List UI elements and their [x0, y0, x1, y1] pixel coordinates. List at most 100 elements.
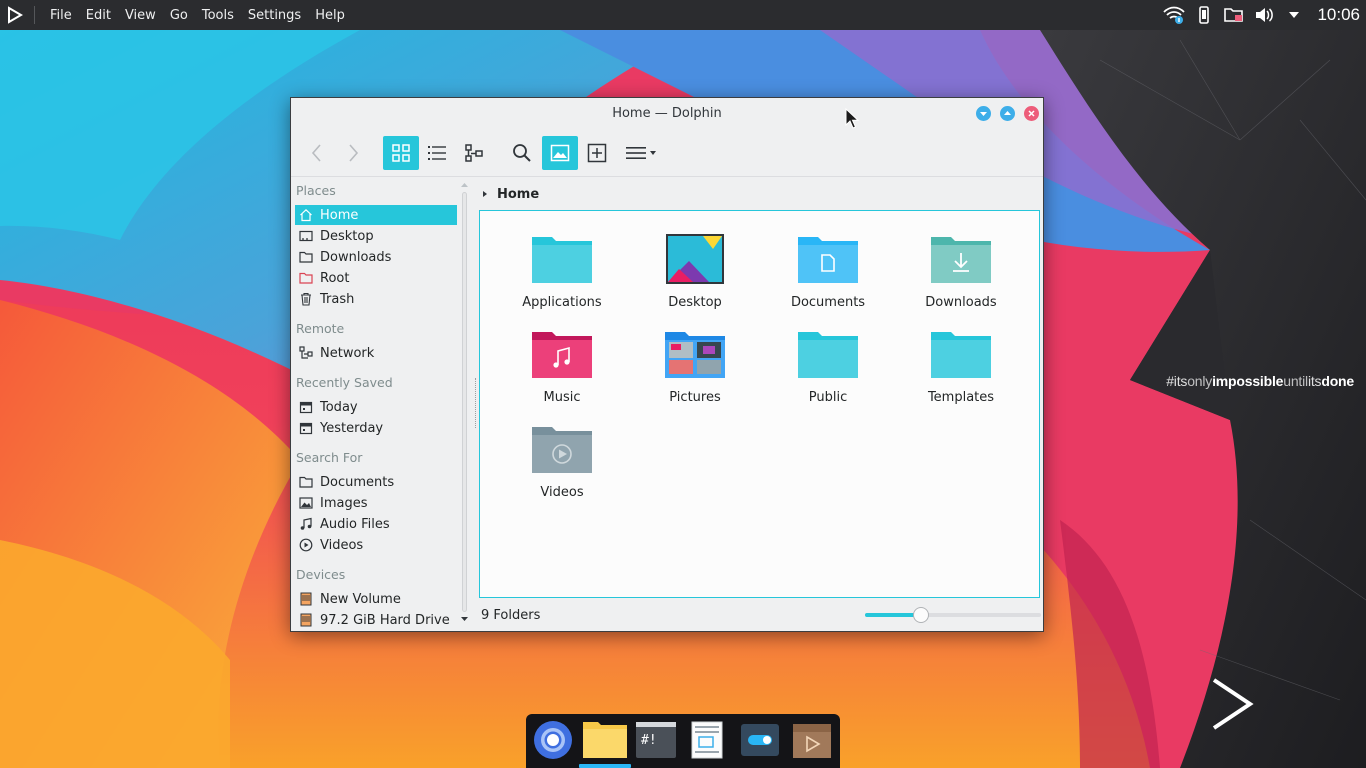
sidebar-item-downloads[interactable]: Downloads [295, 247, 457, 267]
close-button[interactable] [1024, 106, 1039, 121]
sidebar-item-home[interactable]: Home [295, 205, 457, 225]
sidebar-item-root[interactable]: Root [295, 268, 457, 288]
preview-icon [550, 144, 570, 162]
sidebar-item-search-documents[interactable]: Documents [295, 472, 457, 492]
folder-music[interactable]: Music [502, 326, 622, 416]
application-launcher-icon[interactable] [0, 0, 30, 30]
hamburger-menu-button[interactable] [619, 136, 663, 170]
media-player-icon[interactable] [792, 720, 832, 760]
menu-settings[interactable]: Settings [241, 8, 308, 23]
phone-icon[interactable] [1193, 4, 1215, 26]
sidebar-item-trash[interactable]: Trash [295, 289, 457, 309]
folder-videos-icon [532, 427, 592, 473]
drive-icon [298, 591, 314, 607]
mouse-cursor-icon [845, 108, 860, 129]
desktop-icon [298, 228, 314, 244]
sidebar-item-new-volume[interactable]: New Volume [295, 589, 457, 609]
forward-icon [349, 144, 359, 162]
sidebar-item-today[interactable]: Today [295, 397, 457, 417]
folder-lock-icon[interactable] [1223, 4, 1245, 26]
system-tray: 10:06 [1163, 0, 1366, 30]
panel-separator [34, 6, 35, 24]
new-tab-button[interactable] [579, 136, 615, 170]
sidebar-scrollbar[interactable] [461, 182, 468, 622]
menu-tools[interactable]: Tools [195, 8, 241, 23]
folder-documents-icon [798, 237, 858, 283]
status-bar: 9 Folders [481, 603, 1041, 627]
root-folder-icon [298, 270, 314, 286]
folder-music-icon [532, 332, 592, 378]
folder-public[interactable]: Public [768, 326, 888, 416]
sidebar-item-yesterday[interactable]: Yesterday [295, 418, 457, 438]
menu-view[interactable]: View [118, 8, 163, 23]
icons-view-button[interactable] [383, 136, 419, 170]
folder-templates[interactable]: Templates [901, 326, 1021, 416]
clock[interactable]: 10:06 [1317, 5, 1360, 25]
drive-icon [298, 612, 314, 628]
folder-applications[interactable]: Applications [502, 231, 622, 321]
folder-icon [298, 249, 314, 265]
active-app-indicator [579, 764, 631, 768]
menu-file[interactable]: File [43, 8, 79, 23]
folder-templates-icon [931, 332, 991, 378]
calendar-icon [298, 420, 314, 436]
volume-icon[interactable] [1253, 4, 1275, 26]
icons-view-icon [392, 144, 410, 162]
forward-button[interactable] [335, 136, 371, 170]
split-view-button[interactable] [456, 136, 492, 170]
sidebar-item-search-audio[interactable]: Audio Files [295, 514, 457, 534]
file-manager-icon[interactable] [582, 720, 628, 760]
folder-documents[interactable]: Documents [768, 231, 888, 321]
folder-downloads[interactable]: Downloads [901, 231, 1021, 321]
zoom-slider-handle[interactable] [913, 607, 929, 623]
search-button[interactable] [504, 136, 540, 170]
remote-heading: Remote [296, 321, 345, 336]
menu-go[interactable]: Go [163, 8, 195, 23]
back-button[interactable] [299, 136, 335, 170]
sidebar-item-search-videos[interactable]: Videos [295, 535, 457, 555]
split-view-icon [465, 144, 483, 162]
settings-toggle-icon[interactable] [740, 720, 780, 760]
file-view[interactable]: Applications Desktop Documents Downloads… [479, 210, 1040, 598]
scroll-up-icon[interactable] [461, 182, 468, 188]
breadcrumb-arrow-icon [483, 191, 487, 197]
details-view-button[interactable] [419, 136, 455, 170]
folder-count: 9 Folders [481, 608, 541, 623]
dolphin-window: Home — Dolphin Places Home Desktop Downl… [290, 97, 1044, 632]
wifi-icon[interactable] [1163, 4, 1186, 26]
window-titlebar[interactable]: Home — Dolphin [291, 98, 1043, 130]
network-icon [298, 345, 314, 361]
folder-downloads-icon [931, 237, 991, 283]
distro-logo-icon [1212, 678, 1254, 730]
play-circle-icon [298, 537, 314, 553]
sidebar-item-hard-drive[interactable]: 97.2 GiB Hard Drive [295, 610, 457, 630]
breadcrumb[interactable]: Home [481, 182, 539, 206]
maximize-button[interactable] [1000, 106, 1015, 121]
svg-text:#!: #! [641, 733, 657, 748]
folder-videos[interactable]: Videos [502, 421, 622, 511]
folder-pictures[interactable]: Pictures [635, 326, 755, 416]
folder-desktop[interactable]: Desktop [635, 231, 755, 321]
details-view-icon [428, 146, 446, 160]
folder-public-icon [798, 332, 858, 378]
hamburger-menu-icon [626, 147, 656, 159]
folder-desktop-icon [666, 234, 724, 284]
sidebar-item-search-images[interactable]: Images [295, 493, 457, 513]
chromium-icon[interactable] [533, 720, 573, 760]
home-icon [298, 207, 314, 223]
scroll-down-icon[interactable] [461, 616, 468, 622]
text-editor-icon[interactable] [690, 720, 724, 760]
terminal-icon[interactable]: #! [636, 720, 676, 760]
trash-icon [298, 291, 314, 307]
menu-edit[interactable]: Edit [79, 8, 118, 23]
sidebar-item-network[interactable]: Network [295, 343, 457, 363]
sidebar-item-desktop[interactable]: Desktop [295, 226, 457, 246]
breadcrumb-home[interactable]: Home [497, 187, 539, 202]
scrollbar-track[interactable] [462, 192, 467, 612]
menu-help[interactable]: Help [308, 8, 352, 23]
devices-heading: Devices [296, 567, 346, 582]
minimize-button[interactable] [976, 106, 991, 121]
dropdown-arrow-icon[interactable] [1283, 4, 1305, 26]
preview-button[interactable] [542, 136, 578, 170]
zoom-slider[interactable] [865, 607, 1041, 623]
